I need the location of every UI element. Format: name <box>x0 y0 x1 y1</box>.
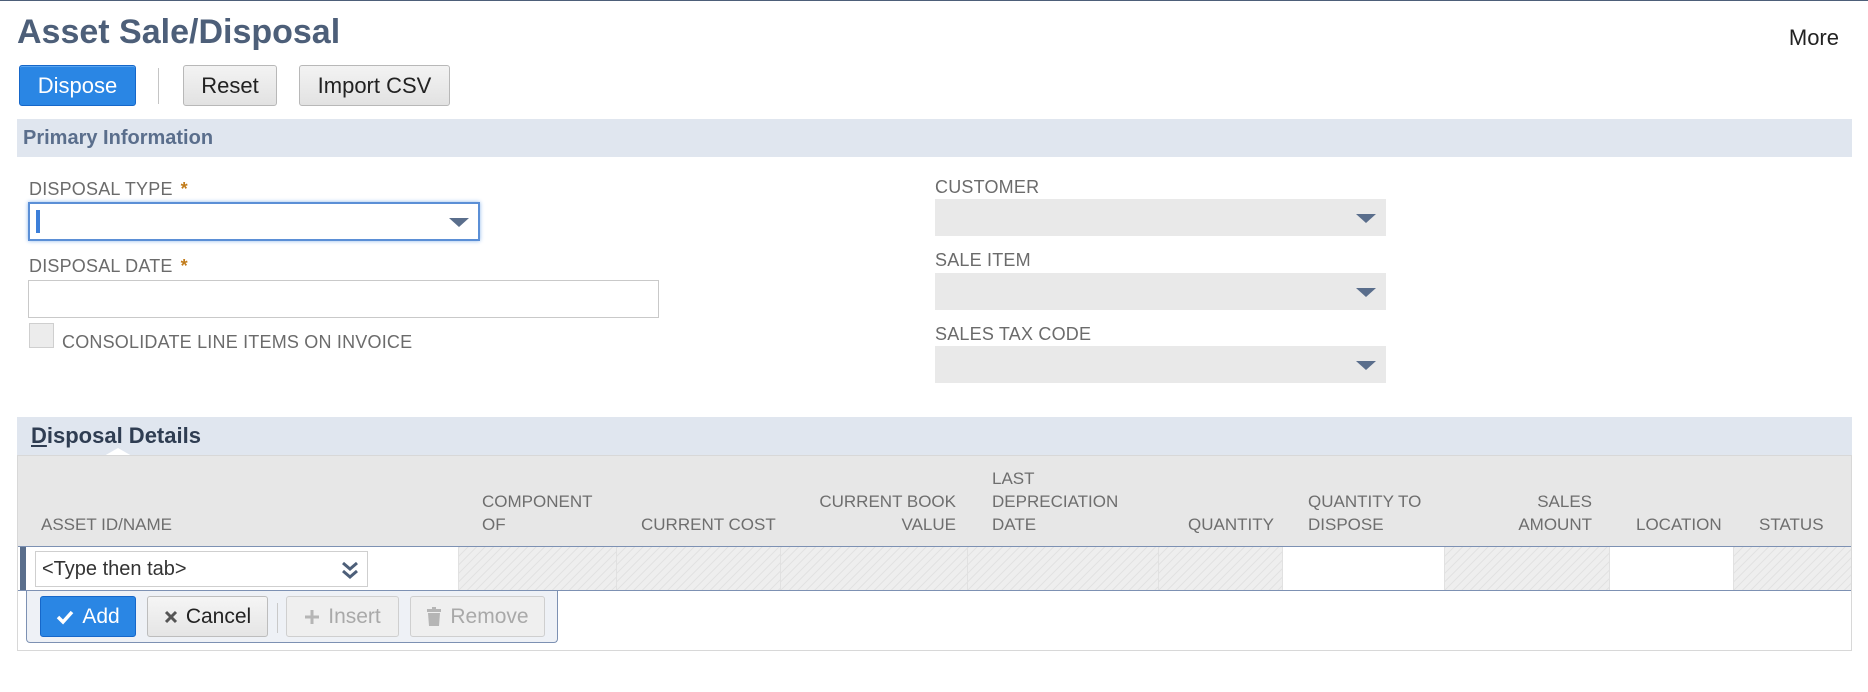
disposal-details-grid: ASSET ID/NAME COMPONENT OF CURRENT COST … <box>17 455 1852 651</box>
column-header-text: DEPRECIATION <box>992 492 1119 511</box>
add-label: Add <box>82 604 120 628</box>
cell-quantity-to-dispose[interactable] <box>1282 547 1444 590</box>
dispose-button[interactable]: Dispose <box>19 65 136 106</box>
chevron-down-icon[interactable] <box>1356 360 1376 370</box>
column-header-last-depreciation-date[interactable]: LAST DEPRECIATION DATE <box>992 467 1118 536</box>
section-title: Primary Information <box>23 126 214 149</box>
chevron-down-icon[interactable] <box>1356 213 1376 223</box>
plus-icon <box>305 609 320 624</box>
cancel-label: Cancel <box>185 604 252 628</box>
toolbar-divider <box>158 68 159 104</box>
double-chevron-down-icon[interactable] <box>341 560 359 580</box>
cell-current-cost[interactable] <box>616 547 780 590</box>
checkmark-icon <box>57 610 74 625</box>
reset-button[interactable]: Reset <box>183 65 277 106</box>
required-marker: * <box>180 256 188 276</box>
disposal-type-label: DISPOSAL TYPE * <box>29 179 188 200</box>
column-header-status[interactable]: STATUS <box>1759 513 1824 536</box>
text-cursor <box>36 210 40 233</box>
table-row[interactable]: <Type then tab> <box>18 546 1851 591</box>
column-header-current-cost[interactable]: CURRENT COST <box>641 513 776 536</box>
chevron-down-icon[interactable] <box>1356 287 1376 297</box>
action-divider <box>277 603 278 633</box>
column-header-text: LOCATION <box>1636 515 1722 534</box>
tab-label: isposal Details <box>46 423 201 448</box>
column-header-quantity-to-dispose[interactable]: QUANTITY TO DISPOSE <box>1308 490 1421 536</box>
disposal-date-label-text: DISPOSAL DATE <box>29 256 173 276</box>
column-header-asset[interactable]: ASSET ID/NAME <box>41 513 172 536</box>
sale-item-select[interactable] <box>935 273 1386 310</box>
cell-last-depreciation-date[interactable] <box>967 547 1158 590</box>
disposal-type-select[interactable] <box>28 202 480 241</box>
column-header-text: AMOUNT <box>1518 515 1592 534</box>
import-csv-button[interactable]: Import CSV <box>299 65 450 106</box>
column-header-sales-amount[interactable]: SALES AMOUNT <box>1518 490 1592 536</box>
column-header-text: VALUE <box>901 515 957 534</box>
sales-tax-code-label: SALES TAX CODE <box>935 324 1092 344</box>
disposal-date-field[interactable] <box>28 280 659 318</box>
trash-icon <box>427 606 442 626</box>
cell-status[interactable] <box>1733 547 1851 590</box>
customer-select[interactable] <box>935 199 1386 236</box>
column-header-location[interactable]: LOCATION <box>1636 513 1722 536</box>
asset-id-input[interactable]: <Type then tab> <box>35 551 368 587</box>
column-header-text: QUANTITY TO <box>1308 492 1422 511</box>
column-header-text: DISPOSE <box>1308 515 1384 534</box>
column-header-text: ASSET ID/NAME <box>41 515 172 534</box>
column-header-text: QUANTITY <box>1188 515 1274 534</box>
customer-label: CUSTOMER <box>935 177 1040 197</box>
remove-label: Remove <box>450 604 529 628</box>
column-header-text: STATUS <box>1759 515 1824 534</box>
sales-tax-code-select[interactable] <box>935 346 1386 383</box>
column-header-text: OF <box>482 515 506 534</box>
subtab-strip <box>215 417 1852 455</box>
primary-information-header[interactable]: Primary Information <box>17 119 1852 157</box>
remove-line-button[interactable]: Remove <box>410 596 545 637</box>
grid-header: ASSET ID/NAME COMPONENT OF CURRENT COST … <box>18 456 1851 546</box>
insert-label: Insert <box>328 604 381 628</box>
consolidate-line-items-checkbox[interactable] <box>29 323 54 348</box>
column-header-text: CURRENT COST <box>641 515 776 534</box>
column-header-quantity[interactable]: QUANTITY <box>1188 513 1274 536</box>
tab-accesskey-letter: D <box>31 423 47 448</box>
required-marker: * <box>180 179 188 199</box>
cell-current-book-value[interactable] <box>780 547 967 590</box>
insert-line-button[interactable]: Insert <box>286 596 399 637</box>
column-header-text: DATE <box>992 515 1037 534</box>
cell-quantity[interactable] <box>1158 547 1282 590</box>
column-header-component-of[interactable]: COMPONENT OF <box>482 490 593 536</box>
cancel-line-button[interactable]: Cancel <box>147 596 268 637</box>
column-header-text: CURRENT BOOK <box>819 492 956 511</box>
chevron-down-icon[interactable] <box>449 217 469 227</box>
column-header-text: COMPONENT <box>482 492 593 511</box>
more-menu-link[interactable]: More <box>1789 25 1839 51</box>
cell-sales-amount[interactable] <box>1444 547 1609 590</box>
consolidate-line-items-label: CONSOLIDATE LINE ITEMS ON INVOICE <box>62 332 413 352</box>
row-edit-marker <box>20 547 26 590</box>
column-header-text: SALES <box>1537 492 1592 511</box>
asset-input-placeholder: <Type then tab> <box>42 557 187 580</box>
column-header-current-book-value[interactable]: CURRENT BOOK VALUE <box>819 490 956 536</box>
disposal-date-label: DISPOSAL DATE * <box>29 256 188 277</box>
line-action-bar: Add Cancel Insert Remove <box>26 591 558 643</box>
column-header-text: LAST <box>992 469 1035 488</box>
sale-item-label: SALE ITEM <box>935 250 1031 270</box>
cell-location[interactable] <box>1609 547 1733 590</box>
cell-component-of[interactable] <box>458 547 616 590</box>
close-icon <box>164 610 177 623</box>
page-title: Asset Sale/Disposal <box>17 13 341 51</box>
disposal-type-label-text: DISPOSAL TYPE <box>29 179 173 199</box>
add-line-button[interactable]: Add <box>40 596 136 637</box>
